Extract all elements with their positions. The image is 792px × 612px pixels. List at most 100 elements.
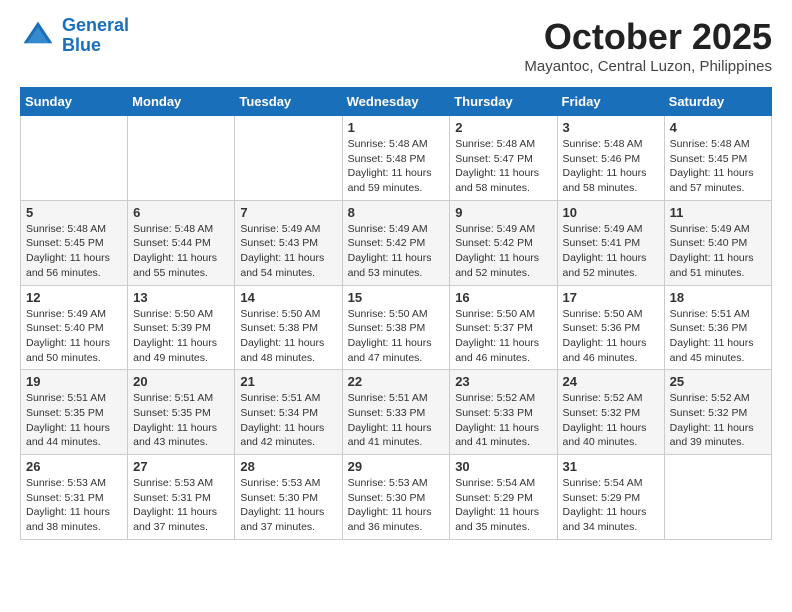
day-number: 14 bbox=[240, 290, 336, 305]
day-info: Sunrise: 5:49 AMSunset: 5:42 PMDaylight:… bbox=[348, 222, 445, 281]
day-number: 24 bbox=[563, 374, 659, 389]
table-row: 21 Sunrise: 5:51 AMSunset: 5:34 PMDayligh… bbox=[235, 370, 342, 455]
day-info: Sunrise: 5:50 AMSunset: 5:36 PMDaylight:… bbox=[563, 307, 659, 366]
table-row: 5 Sunrise: 5:48 AMSunset: 5:45 PMDaylight… bbox=[21, 200, 128, 285]
month-title: October 2025 bbox=[524, 16, 772, 58]
day-info: Sunrise: 5:49 AMSunset: 5:40 PMDaylight:… bbox=[670, 222, 766, 281]
table-row: 22Sunrise: 5:51 AMSunset: 5:33 PMDayligh… bbox=[342, 370, 450, 455]
table-row: 7 Sunrise: 5:49 AMSunset: 5:43 PMDaylight… bbox=[235, 200, 342, 285]
day-info: Sunrise: 5:51 AMSunset: 5:34 PMDaylight:… bbox=[240, 391, 336, 450]
day-info: Sunrise: 5:49 AMSunset: 5:41 PMDaylight:… bbox=[563, 222, 659, 281]
day-info: Sunrise: 5:50 AMSunset: 5:38 PMDaylight:… bbox=[240, 307, 336, 366]
day-number: 16 bbox=[455, 290, 551, 305]
table-row: 26 Sunrise: 5:53 AMSunset: 5:31 PMDayligh… bbox=[21, 455, 128, 540]
table-row: 19 Sunrise: 5:51 AMSunset: 5:35 PMDayligh… bbox=[21, 370, 128, 455]
day-info: Sunrise: 5:50 AMSunset: 5:38 PMDaylight:… bbox=[348, 307, 445, 366]
calendar: Sunday Monday Tuesday Wednesday Thursday… bbox=[20, 87, 772, 540]
table-row: 17 Sunrise: 5:50 AMSunset: 5:36 PMDayligh… bbox=[557, 285, 664, 370]
table-row: 18 Sunrise: 5:51 AMSunset: 5:36 PMDayligh… bbox=[664, 285, 771, 370]
table-row: 28 Sunrise: 5:53 AMSunset: 5:30 PMDayligh… bbox=[235, 455, 342, 540]
day-info: Sunrise: 5:48 AMSunset: 5:45 PMDaylight:… bbox=[670, 137, 766, 196]
day-info: Sunrise: 5:53 AMSunset: 5:31 PMDaylight:… bbox=[26, 476, 122, 535]
table-row: 24 Sunrise: 5:52 AMSunset: 5:32 PMDayligh… bbox=[557, 370, 664, 455]
table-row: 14 Sunrise: 5:50 AMSunset: 5:38 PMDayligh… bbox=[235, 285, 342, 370]
day-number: 29 bbox=[348, 459, 445, 474]
col-monday: Monday bbox=[128, 88, 235, 116]
table-row bbox=[128, 116, 235, 201]
table-row: 6 Sunrise: 5:48 AMSunset: 5:44 PMDaylight… bbox=[128, 200, 235, 285]
table-row: 12 Sunrise: 5:49 AMSunset: 5:40 PMDayligh… bbox=[21, 285, 128, 370]
col-tuesday: Tuesday bbox=[235, 88, 342, 116]
day-number: 19 bbox=[26, 374, 122, 389]
day-info: Sunrise: 5:48 AMSunset: 5:48 PMDaylight:… bbox=[348, 137, 445, 196]
day-number: 28 bbox=[240, 459, 336, 474]
day-info: Sunrise: 5:53 AMSunset: 5:30 PMDaylight:… bbox=[348, 476, 445, 535]
day-number: 13 bbox=[133, 290, 229, 305]
logo-icon bbox=[20, 18, 56, 54]
day-number: 1 bbox=[348, 120, 445, 135]
table-row bbox=[664, 455, 771, 540]
logo-text: GeneralBlue bbox=[62, 16, 129, 56]
day-number: 15 bbox=[348, 290, 445, 305]
page-header: GeneralBlue October 2025 Mayantoc, Centr… bbox=[20, 16, 772, 75]
day-info: Sunrise: 5:51 AMSunset: 5:35 PMDaylight:… bbox=[133, 391, 229, 450]
day-number: 22 bbox=[348, 374, 445, 389]
day-info: Sunrise: 5:52 AMSunset: 5:32 PMDaylight:… bbox=[670, 391, 766, 450]
day-info: Sunrise: 5:52 AMSunset: 5:32 PMDaylight:… bbox=[563, 391, 659, 450]
table-row: 11 Sunrise: 5:49 AMSunset: 5:40 PMDayligh… bbox=[664, 200, 771, 285]
table-row: 8 Sunrise: 5:49 AMSunset: 5:42 PMDaylight… bbox=[342, 200, 450, 285]
day-number: 20 bbox=[133, 374, 229, 389]
day-info: Sunrise: 5:49 AMSunset: 5:42 PMDaylight:… bbox=[455, 222, 551, 281]
col-saturday: Saturday bbox=[664, 88, 771, 116]
day-number: 10 bbox=[563, 205, 659, 220]
day-number: 2 bbox=[455, 120, 551, 135]
col-wednesday: Wednesday bbox=[342, 88, 450, 116]
table-row: 25 Sunrise: 5:52 AMSunset: 5:32 PMDayligh… bbox=[664, 370, 771, 455]
table-row: 20 Sunrise: 5:51 AMSunset: 5:35 PMDayligh… bbox=[128, 370, 235, 455]
day-info: Sunrise: 5:50 AMSunset: 5:39 PMDaylight:… bbox=[133, 307, 229, 366]
day-info: Sunrise: 5:48 AMSunset: 5:47 PMDaylight:… bbox=[455, 137, 551, 196]
location: Mayantoc, Central Luzon, Philippines bbox=[524, 58, 772, 75]
day-info: Sunrise: 5:51 AMSunset: 5:35 PMDaylight:… bbox=[26, 391, 122, 450]
table-row: 1 Sunrise: 5:48 AMSunset: 5:48 PMDaylight… bbox=[342, 116, 450, 201]
calendar-week-row: 5 Sunrise: 5:48 AMSunset: 5:45 PMDaylight… bbox=[21, 200, 772, 285]
day-info: Sunrise: 5:52 AMSunset: 5:33 PMDaylight:… bbox=[455, 391, 551, 450]
day-number: 3 bbox=[563, 120, 659, 135]
table-row: 9Sunrise: 5:49 AMSunset: 5:42 PMDaylight… bbox=[450, 200, 557, 285]
day-info: Sunrise: 5:53 AMSunset: 5:30 PMDaylight:… bbox=[240, 476, 336, 535]
day-info: Sunrise: 5:50 AMSunset: 5:37 PMDaylight:… bbox=[455, 307, 551, 366]
day-number: 25 bbox=[670, 374, 766, 389]
table-row: 31 Sunrise: 5:54 AMSunset: 5:29 PMDayligh… bbox=[557, 455, 664, 540]
table-row: 4 Sunrise: 5:48 AMSunset: 5:45 PMDaylight… bbox=[664, 116, 771, 201]
day-number: 11 bbox=[670, 205, 766, 220]
title-block: October 2025 Mayantoc, Central Luzon, Ph… bbox=[524, 16, 772, 75]
col-thursday: Thursday bbox=[450, 88, 557, 116]
day-info: Sunrise: 5:48 AMSunset: 5:44 PMDaylight:… bbox=[133, 222, 229, 281]
day-number: 12 bbox=[26, 290, 122, 305]
day-number: 21 bbox=[240, 374, 336, 389]
day-number: 31 bbox=[563, 459, 659, 474]
day-number: 5 bbox=[26, 205, 122, 220]
day-info: Sunrise: 5:49 AMSunset: 5:40 PMDaylight:… bbox=[26, 307, 122, 366]
day-info: Sunrise: 5:49 AMSunset: 5:43 PMDaylight:… bbox=[240, 222, 336, 281]
day-number: 4 bbox=[670, 120, 766, 135]
day-number: 26 bbox=[26, 459, 122, 474]
day-number: 6 bbox=[133, 205, 229, 220]
calendar-week-row: 19 Sunrise: 5:51 AMSunset: 5:35 PMDayligh… bbox=[21, 370, 772, 455]
col-sunday: Sunday bbox=[21, 88, 128, 116]
day-info: Sunrise: 5:54 AMSunset: 5:29 PMDaylight:… bbox=[563, 476, 659, 535]
calendar-week-row: 26 Sunrise: 5:53 AMSunset: 5:31 PMDayligh… bbox=[21, 455, 772, 540]
day-info: Sunrise: 5:51 AMSunset: 5:36 PMDaylight:… bbox=[670, 307, 766, 366]
day-number: 18 bbox=[670, 290, 766, 305]
table-row: 23Sunrise: 5:52 AMSunset: 5:33 PMDayligh… bbox=[450, 370, 557, 455]
day-number: 7 bbox=[240, 205, 336, 220]
day-info: Sunrise: 5:53 AMSunset: 5:31 PMDaylight:… bbox=[133, 476, 229, 535]
day-info: Sunrise: 5:54 AMSunset: 5:29 PMDaylight:… bbox=[455, 476, 551, 535]
day-number: 17 bbox=[563, 290, 659, 305]
day-number: 8 bbox=[348, 205, 445, 220]
table-row: 27Sunrise: 5:53 AMSunset: 5:31 PMDayligh… bbox=[128, 455, 235, 540]
day-number: 30 bbox=[455, 459, 551, 474]
table-row: 10 Sunrise: 5:49 AMSunset: 5:41 PMDayligh… bbox=[557, 200, 664, 285]
table-row bbox=[21, 116, 128, 201]
day-info: Sunrise: 5:48 AMSunset: 5:45 PMDaylight:… bbox=[26, 222, 122, 281]
